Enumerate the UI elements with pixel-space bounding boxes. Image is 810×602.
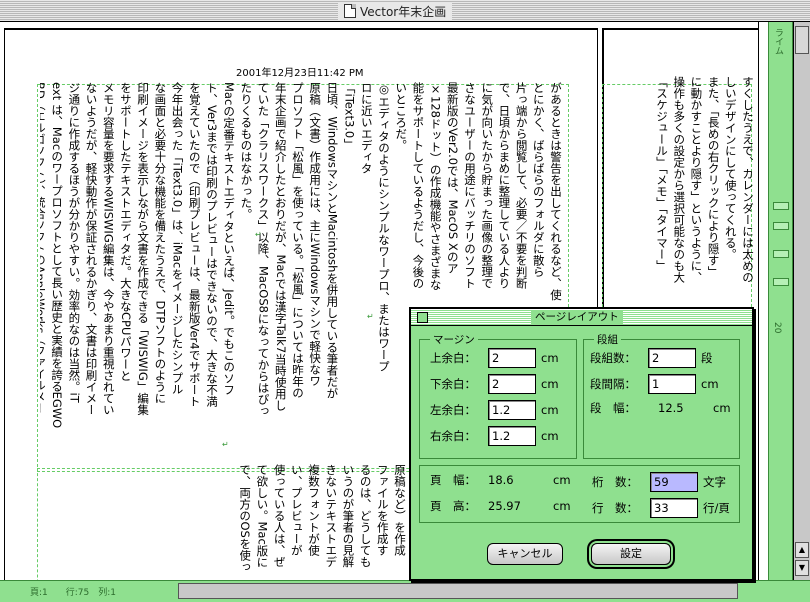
- margin-left-row: 左余白： cm: [430, 400, 559, 420]
- digits-unit: 文字: [703, 475, 726, 489]
- window-title: Vector年末企画: [360, 4, 447, 19]
- dialog-titlebar[interactable]: ページレイアウト: [411, 309, 752, 326]
- margin-bottom-label: 下余白：: [430, 377, 476, 391]
- page-height-row: 頁 高： 25.97 cm: [430, 498, 571, 514]
- columns-width-value: 12.5: [658, 401, 684, 415]
- columns-group-label: 段組: [594, 332, 621, 347]
- margin-bottom-row: 下余白： cm: [430, 374, 559, 394]
- columns-gap-row: 段間隔： cm: [590, 374, 719, 394]
- lines-label: 行 数：: [592, 501, 638, 515]
- scroll-down-arrow[interactable]: ▼: [795, 560, 809, 576]
- lines-row: 行 数： 行/頁: [592, 498, 730, 518]
- document-icon: [344, 4, 356, 18]
- status-text: 頁:1 行:75 列:1: [30, 588, 117, 598]
- document-date: 2001年12月23日11:42 PM: [236, 68, 364, 79]
- columns-count-field[interactable]: [648, 348, 696, 368]
- cancel-button[interactable]: キャンセル: [487, 543, 563, 565]
- margin-right-label: 右余白：: [430, 429, 476, 443]
- ruler-tab-marker[interactable]: [773, 222, 789, 230]
- unit-cm: cm: [541, 377, 559, 391]
- return-mark: ↵: [367, 312, 374, 321]
- page-width-row: 頁 幅： 18.6 cm: [430, 472, 571, 488]
- ruler-tab-marker[interactable]: [773, 250, 789, 258]
- unit-cm: cm: [541, 429, 559, 443]
- lines-field[interactable]: [650, 498, 698, 518]
- columns-width-label: 段 幅：: [590, 401, 636, 415]
- margin-left-field[interactable]: [488, 400, 536, 420]
- digits-row: 桁 数： 文字: [592, 472, 726, 492]
- green-ruler[interactable]: ライム 20: [768, 22, 793, 582]
- unit-cm: cm: [553, 473, 571, 487]
- margin-top-row: 上余白： cm: [430, 348, 559, 368]
- digits-label: 桁 数：: [592, 475, 638, 489]
- lines-unit: 行/頁: [703, 501, 730, 515]
- unit-cm: cm: [701, 377, 719, 391]
- columns-count-unit: 段: [701, 351, 713, 365]
- ruler-tab-marker[interactable]: [773, 202, 789, 210]
- page-width-label: 頁 幅：: [430, 473, 476, 487]
- page-width-value: 18.6: [488, 473, 514, 487]
- margin-top-label: 上余白：: [430, 351, 476, 365]
- horizontal-scrollbar[interactable]: [178, 583, 738, 599]
- scroll-thumb[interactable]: [795, 26, 809, 54]
- vertical-scrollbar[interactable]: ▲ ▼: [793, 22, 810, 582]
- margin-left-label: 左余白：: [430, 403, 476, 417]
- digits-field[interactable]: [650, 472, 698, 492]
- unit-cm: cm: [713, 401, 731, 415]
- margin-bottom-field[interactable]: [488, 374, 536, 394]
- lower-text-column[interactable]: 原稿など）を作成 ファイルを作成す るのは、どうしても いうのが筆者の見解 きな…: [240, 464, 408, 578]
- columns-count-row: 段組数： 段: [590, 348, 713, 368]
- unit-cm: cm: [553, 499, 571, 513]
- page-size-group: 頁 幅： 18.6 cm 頁 高： 25.97 cm 桁 数： 文字 行 数： …: [419, 465, 740, 523]
- ok-button[interactable]: 設定: [591, 543, 671, 565]
- page-layout-dialog: ページレイアウト マージン 上余白： cm 下余白： cm 左余白： cm 右余…: [409, 307, 754, 581]
- margin-top-field[interactable]: [488, 348, 536, 368]
- ruler-tab-marker[interactable]: [773, 278, 789, 286]
- title-wrap: Vector年末企画: [338, 2, 453, 20]
- return-mark: ↵: [255, 230, 262, 239]
- margin-group: マージン 上余白： cm 下余白： cm 左余白： cm 右余白： cm: [419, 332, 577, 459]
- scroll-up-arrow[interactable]: ▲: [795, 542, 809, 558]
- columns-count-label: 段組数：: [590, 351, 636, 365]
- margin-right-field[interactable]: [488, 426, 536, 446]
- columns-gap-field[interactable]: [648, 374, 696, 394]
- columns-group: 段組 段組数： 段 段間隔： cm 段 幅： 12.5 cm: [583, 332, 740, 459]
- columns-gap-label: 段間隔：: [590, 377, 636, 391]
- columns-width-row: 段 幅： 12.5 cm: [590, 400, 731, 416]
- page-height-label: 頁 高：: [430, 499, 476, 513]
- margin-group-label: マージン: [430, 332, 478, 347]
- close-box-icon[interactable]: [417, 312, 428, 323]
- margin-right-row: 右余白： cm: [430, 426, 559, 446]
- dialog-title: ページレイアウト: [531, 310, 623, 325]
- unit-cm: cm: [541, 351, 559, 365]
- return-mark: ↵: [222, 440, 229, 449]
- window-titlebar[interactable]: Vector年末企画: [0, 0, 810, 22]
- unit-cm: cm: [541, 403, 559, 417]
- status-bar: 頁:1 行:75 列:1: [0, 580, 810, 602]
- ruler-label-mid: 20: [772, 322, 782, 334]
- ruler-label-top: ライム: [773, 28, 783, 55]
- page-height-value: 25.97: [488, 499, 521, 513]
